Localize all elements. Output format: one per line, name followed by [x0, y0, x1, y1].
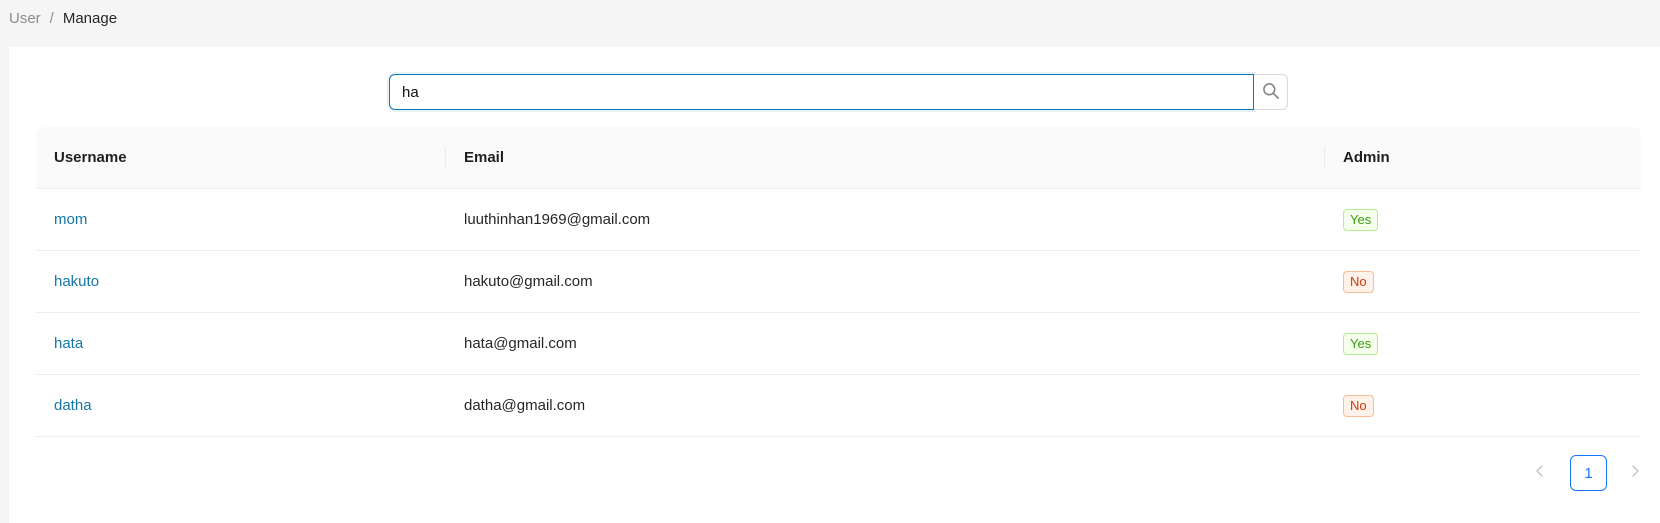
email-text: datha@gmail.com	[464, 397, 586, 414]
chevron-right-icon	[1629, 464, 1641, 483]
email-text: hakuto@gmail.com	[464, 273, 593, 290]
email-cell: hakuto@gmail.com	[446, 251, 1325, 312]
email-cell: hata@gmail.com	[446, 313, 1325, 374]
email-cell: luuthinhan1969@gmail.com	[446, 189, 1325, 250]
breadcrumb: User / Manage	[9, 8, 117, 28]
username-cell: hakuto	[36, 251, 446, 312]
username-cell: mom	[36, 189, 446, 250]
table-row: mom luuthinhan1969@gmail.com Yes	[36, 189, 1641, 251]
username-link[interactable]: mom	[54, 211, 87, 228]
admin-status-badge: No	[1343, 270, 1374, 293]
admin-status-badge: Yes	[1343, 332, 1379, 355]
username-link[interactable]: hata	[54, 335, 83, 352]
table-header: Username Email Admin	[36, 127, 1641, 189]
next-page-button[interactable]	[1618, 456, 1652, 490]
search-icon	[1262, 82, 1280, 103]
username-cell: hata	[36, 313, 446, 374]
admin-cell: No	[1325, 251, 1641, 312]
search-bar	[389, 74, 1296, 110]
search-button[interactable]	[1254, 74, 1288, 110]
column-header-username: Username	[36, 127, 446, 188]
users-table: Username Email Admin mom luuthinhan1969@…	[36, 127, 1641, 437]
username-link[interactable]: hakuto	[54, 273, 99, 290]
username-cell: datha	[36, 375, 446, 436]
page-number-button[interactable]: 1	[1570, 455, 1607, 491]
admin-cell: Yes	[1325, 313, 1641, 374]
table-row: datha datha@gmail.com No	[36, 375, 1641, 437]
username-link[interactable]: datha	[54, 397, 92, 414]
admin-status-badge: Yes	[1343, 208, 1379, 231]
email-cell: datha@gmail.com	[446, 375, 1325, 436]
column-header-admin: Admin	[1343, 149, 1390, 166]
email-text: hata@gmail.com	[464, 335, 577, 352]
table-row: hakuto hakuto@gmail.com No	[36, 251, 1641, 313]
admin-cell: No	[1325, 375, 1641, 436]
email-text: luuthinhan1969@gmail.com	[464, 211, 651, 228]
breadcrumb-item-user[interactable]: User	[9, 10, 41, 27]
search-input[interactable]	[389, 74, 1254, 110]
table-row: hata hata@gmail.com Yes	[36, 313, 1641, 375]
breadcrumb-item-manage: Manage	[62, 9, 118, 27]
admin-cell: Yes	[1325, 189, 1641, 250]
breadcrumb-separator: /	[49, 9, 54, 27]
admin-status-badge: No	[1343, 394, 1374, 417]
previous-page-button[interactable]	[1523, 456, 1557, 490]
column-header-email: Email	[446, 127, 1325, 188]
content-card: Username Email Admin mom luuthinhan1969@…	[9, 47, 1660, 523]
pagination: 1	[1523, 455, 1652, 491]
chevron-left-icon	[1534, 464, 1546, 483]
